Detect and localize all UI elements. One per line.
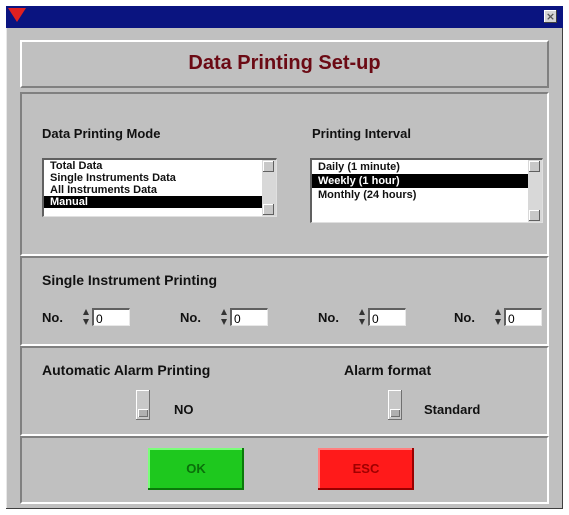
printing-interval-label: Printing Interval [312, 126, 411, 141]
scroll-up-icon[interactable] [263, 161, 274, 172]
no-label: No. [42, 310, 63, 325]
no-label: No. [180, 310, 201, 325]
app-logo-icon [8, 8, 26, 22]
list-item-selected[interactable]: Weekly (1 hour) [312, 174, 542, 188]
spinner-icon[interactable] [220, 308, 229, 326]
no-label: No. [454, 310, 475, 325]
list-item[interactable]: Single Instruments Data [44, 172, 276, 184]
data-printing-mode-label: Data Printing Mode [42, 126, 161, 141]
header-panel: Data Printing Set-up [20, 40, 549, 88]
list-item[interactable]: Monthly (24 hours) [312, 188, 542, 202]
single-instrument-panel: Single Instrument Printing No. 0 No. 0 N… [20, 256, 549, 346]
printing-interval-list[interactable]: Daily (1 minute) Weekly (1 hour) Monthly… [310, 158, 543, 223]
alarm-format-value: Standard [424, 402, 481, 417]
alarm-format-label: Alarm format [344, 362, 432, 378]
instrument-number-field[interactable]: 0 [368, 308, 406, 326]
ok-button[interactable]: OK [148, 448, 244, 490]
alarm-printing-value: NO [174, 402, 194, 417]
data-printing-mode-list[interactable]: Total Data Single Instruments Data All I… [42, 158, 277, 217]
instrument-number-field[interactable]: 0 [504, 308, 542, 326]
alarm-format-toggle[interactable] [388, 390, 402, 420]
no-label: No. [318, 310, 339, 325]
page-title: Data Printing Set-up [188, 52, 381, 74]
alarm-printing-toggle[interactable] [136, 390, 150, 420]
mode-scrollbar[interactable] [262, 160, 276, 216]
single-instrument-printing-label: Single Instrument Printing [42, 272, 218, 288]
instrument-number-field[interactable]: 0 [92, 308, 130, 326]
automatic-alarm-printing-label: Automatic Alarm Printing [42, 362, 211, 378]
list-item[interactable]: Total Data [44, 160, 276, 172]
print-setup-window: × Data Printing Set-up Data Printing Mod… [6, 6, 563, 509]
interval-scrollbar[interactable] [528, 160, 542, 222]
list-item[interactable]: Daily (1 minute) [312, 160, 542, 174]
scroll-down-icon[interactable] [529, 210, 540, 221]
close-button[interactable]: × [544, 10, 557, 23]
spinner-icon[interactable] [82, 308, 91, 326]
scroll-down-icon[interactable] [263, 204, 274, 215]
scroll-up-icon[interactable] [529, 161, 540, 172]
instrument-number-field[interactable]: 0 [230, 308, 268, 326]
spinner-icon[interactable] [358, 308, 367, 326]
title-bar[interactable]: × [6, 6, 563, 28]
mode-panel: Data Printing Mode Total Data Single Ins… [20, 92, 549, 256]
list-item[interactable]: All Instruments Data [44, 184, 276, 196]
buttons-panel: OK ESC [20, 436, 549, 504]
list-item-selected[interactable]: Manual [44, 196, 276, 208]
spinner-icon[interactable] [494, 308, 503, 326]
alarm-panel: Automatic Alarm Printing NO Alarm format… [20, 346, 549, 436]
esc-button[interactable]: ESC [318, 448, 414, 490]
